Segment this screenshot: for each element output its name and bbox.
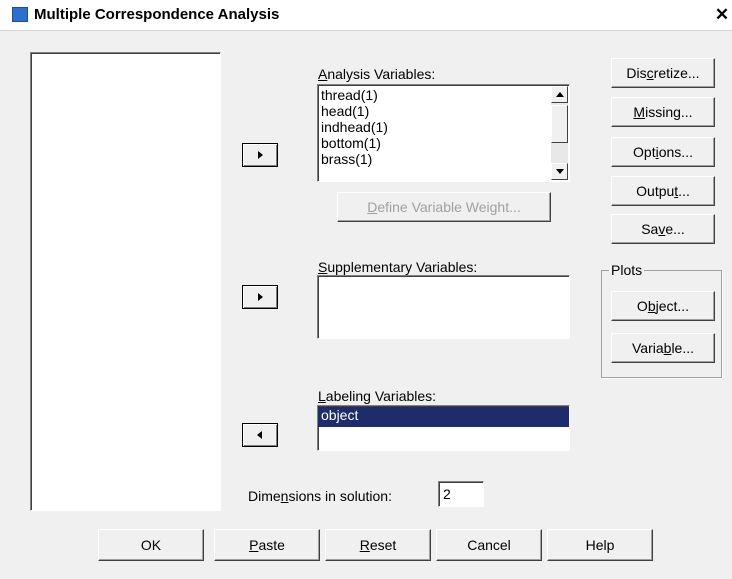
labeling-variables-list[interactable]: object <box>317 405 570 451</box>
move-to-supplementary-button[interactable] <box>242 285 278 309</box>
arrow-right-icon <box>258 151 263 159</box>
title-bar[interactable]: Multiple Correspondence Analysis ✕ <box>0 0 732 31</box>
analysis-variables-label: Analysis Variables: <box>318 66 436 82</box>
close-button[interactable]: ✕ <box>712 4 732 26</box>
labeling-variables-label: Labeling Variables: <box>318 388 437 404</box>
analysis-scrollbar[interactable] <box>551 86 568 180</box>
list-item[interactable]: thread(1) <box>318 87 569 103</box>
scroll-down-button[interactable] <box>551 163 568 180</box>
list-item[interactable]: brass(1) <box>318 151 569 167</box>
cancel-button[interactable]: Cancel <box>436 529 542 561</box>
window-icon <box>12 7 28 22</box>
missing-button[interactable]: Missing... <box>611 97 715 127</box>
list-item[interactable]: object <box>318 407 569 427</box>
chevron-down-icon <box>556 169 564 174</box>
scroll-thumb[interactable] <box>551 105 568 143</box>
arrow-left-icon <box>257 431 262 439</box>
dimensions-label: Dimensions in solution: <box>248 488 392 504</box>
plots-object-button[interactable]: Object... <box>611 291 715 321</box>
chevron-up-icon <box>556 92 564 97</box>
list-item[interactable]: bottom(1) <box>318 135 569 151</box>
ok-button[interactable]: OK <box>98 529 204 561</box>
save-button[interactable]: Save... <box>611 214 715 244</box>
plots-group-title: Plots <box>609 262 645 278</box>
dimensions-input[interactable] <box>438 481 484 507</box>
supplementary-variables-list[interactable] <box>317 275 570 339</box>
options-button[interactable]: Options... <box>611 137 715 167</box>
scroll-up-button[interactable] <box>551 86 568 103</box>
source-variable-list[interactable] <box>30 52 221 511</box>
paste-button[interactable]: Paste <box>214 529 320 561</box>
plots-variable-button[interactable]: Variable... <box>611 333 715 363</box>
move-from-labeling-button[interactable] <box>242 423 278 447</box>
analysis-variables-list[interactable]: thread(1) head(1) indhead(1) bottom(1) b… <box>317 84 570 182</box>
list-item[interactable]: indhead(1) <box>318 119 569 135</box>
define-variable-weight-button[interactable]: Define Variable Weight... <box>337 192 551 222</box>
window-title: Multiple Correspondence Analysis <box>34 6 280 23</box>
help-button[interactable]: Help <box>547 529 653 561</box>
arrow-right-icon <box>258 293 263 301</box>
list-item[interactable]: head(1) <box>318 103 569 119</box>
output-button[interactable]: Output... <box>611 176 715 206</box>
move-to-analysis-button[interactable] <box>242 143 278 167</box>
dialog-window: Multiple Correspondence Analysis ✕ Analy… <box>0 0 732 579</box>
supplementary-variables-label: Supplementary Variables: <box>318 259 478 275</box>
discretize-button[interactable]: Discretize... <box>611 58 715 88</box>
reset-button[interactable]: Reset <box>325 529 431 561</box>
